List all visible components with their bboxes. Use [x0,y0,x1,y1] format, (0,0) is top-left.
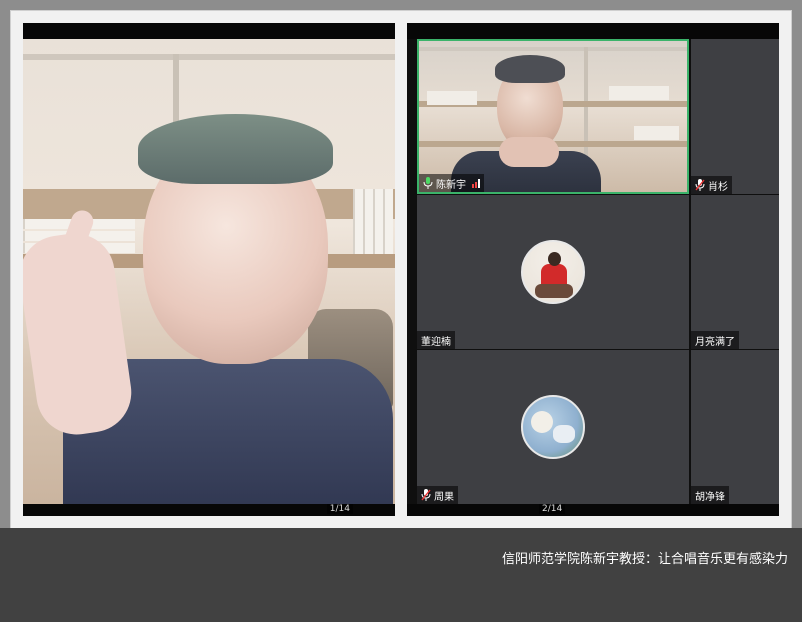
mic-icon [423,177,433,189]
participant-name: 肖杉 [708,181,728,193]
participant-name: 董迎楠 [421,336,451,348]
participant-label: 董迎楠 [417,331,455,349]
speaker-video [23,39,395,504]
mic-muted-icon [695,179,705,191]
participant-tile-3[interactable]: 董迎楠 [417,195,689,349]
gallery-view[interactable]: 陈新宇 肖杉 董迎楠 月亮满了 周果 胡净锋 2/14 [407,23,779,516]
participant-tile-2[interactable]: 肖杉 [691,39,779,194]
participant-video [419,41,687,192]
mic-muted-icon [421,489,431,501]
gallery-page-indicator[interactable]: 2/14 [539,504,566,514]
participant-tile-active[interactable]: 陈新宇 [417,39,689,194]
participant-tile-6[interactable]: 胡净锋 [691,350,779,504]
participant-name: 周果 [434,491,454,503]
gallery-bottom-bar [407,504,779,516]
speaker-view[interactable]: 1/14 [23,23,395,516]
signal-bars-icon [472,178,480,188]
participant-tile-4[interactable]: 月亮满了 [691,195,779,349]
participant-label: 陈新宇 [419,174,484,192]
participant-label: 月亮满了 [691,331,739,349]
speaker-top-bar [23,23,395,39]
meeting-window: 1/14 陈新宇 肖杉 董迎楠 月亮满了 周果 胡净锋 2/14 [10,10,792,530]
caption-text: 信阳师范学院陈新宇教授：让合唱音乐更有感染力 [501,552,788,567]
avatar [521,395,585,459]
participant-name: 陈新宇 [436,179,466,191]
participant-label: 周果 [417,486,458,504]
participant-label: 肖杉 [691,176,732,194]
participant-tile-5[interactable]: 周果 [417,350,689,504]
participant-label: 胡净锋 [691,486,729,504]
participant-name: 月亮满了 [695,336,735,348]
avatar [521,240,585,304]
speaker-page-indicator[interactable]: 1/14 [326,504,353,514]
gallery-top-bar [407,23,779,39]
caption-bar: 信阳师范学院陈新宇教授：让合唱音乐更有感染力 [0,528,802,622]
participant-name: 胡净锋 [695,491,725,503]
